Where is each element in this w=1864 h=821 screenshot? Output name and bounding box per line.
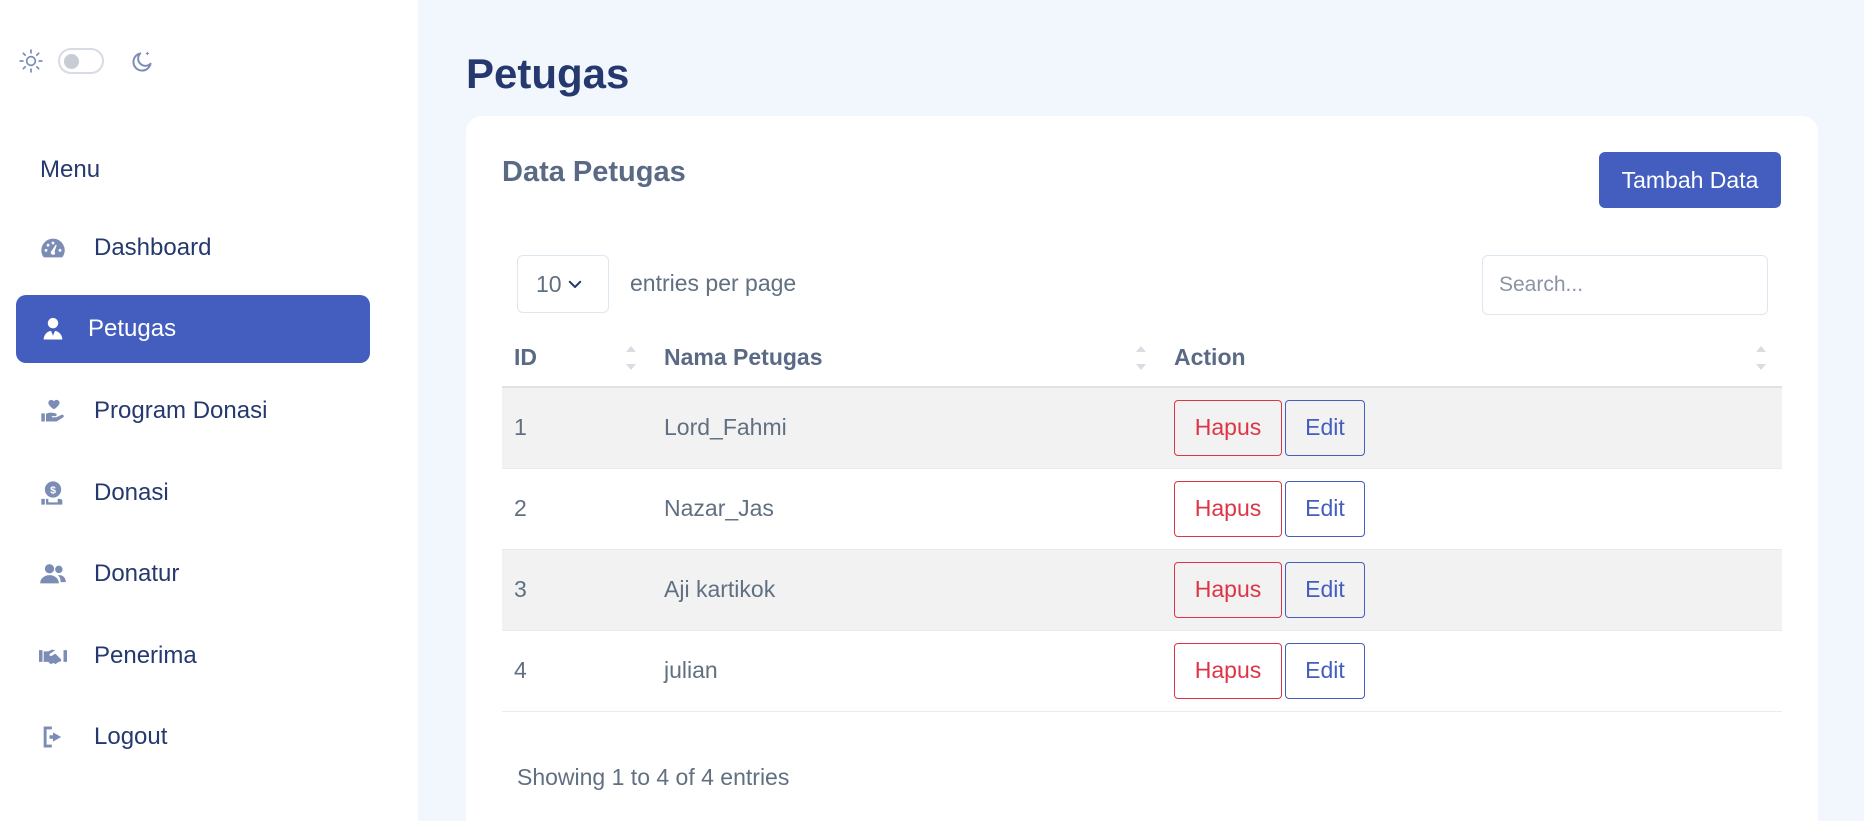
sidebar-item-label: Donatur xyxy=(94,560,180,587)
sidebar-item-dashboard[interactable]: Dashboard xyxy=(16,214,370,282)
chevron-down-icon xyxy=(568,280,581,288)
moon-icon xyxy=(132,51,152,72)
entries-per-page-label: entries per page xyxy=(630,270,797,296)
theme-toggle-group xyxy=(18,46,156,76)
edit-button[interactable]: Edit xyxy=(1285,399,1365,456)
sidebar-item-label: Dashboard xyxy=(94,234,212,261)
delete-button[interactable]: Hapus xyxy=(1174,561,1282,618)
card-title: Data Petugas xyxy=(502,156,686,188)
cell-name: julian xyxy=(652,630,1162,712)
column-header-action[interactable]: Action xyxy=(1162,328,1782,388)
logout-icon xyxy=(38,722,68,752)
search-input[interactable] xyxy=(1482,255,1768,315)
user-tie-icon xyxy=(38,314,68,344)
cell-id: 1 xyxy=(502,387,652,469)
delete-button[interactable]: Hapus xyxy=(1174,642,1282,699)
sort-icon xyxy=(1136,346,1146,370)
sidebar-item-label: Donasi xyxy=(94,479,169,506)
table-row: 1 Lord_Fahmi Hapus Edit xyxy=(502,387,1782,469)
cell-action: Hapus Edit xyxy=(1162,630,1782,712)
sidebar-item-donasi[interactable]: $ Donasi xyxy=(16,459,370,527)
hand-heart-icon xyxy=(38,396,68,426)
column-header-id[interactable]: ID xyxy=(502,328,652,388)
cell-action: Hapus Edit xyxy=(1162,387,1782,469)
sidebar-item-logout[interactable]: Logout xyxy=(16,703,370,771)
table-info: Showing 1 to 4 of 4 entries xyxy=(517,764,790,790)
sidebar-item-donatur[interactable]: Donatur xyxy=(16,540,370,608)
handshake-icon xyxy=(38,641,68,671)
sidebar: Menu Dashboard Petugas Program Donasi $ … xyxy=(0,0,418,821)
dark-mode-toggle[interactable] xyxy=(58,48,104,74)
cell-action: Hapus Edit xyxy=(1162,549,1782,631)
cell-action: Hapus Edit xyxy=(1162,468,1782,550)
add-data-button[interactable]: Tambah Data xyxy=(1599,152,1781,208)
sort-icon xyxy=(1756,346,1766,370)
table-row: 3 Aji kartikok Hapus Edit xyxy=(502,549,1782,631)
cell-name: Aji kartikok xyxy=(652,549,1162,631)
menu-title: Menu xyxy=(40,156,101,183)
delete-button[interactable]: Hapus xyxy=(1174,480,1282,537)
table-row: 2 Nazar_Jas Hapus Edit xyxy=(502,468,1782,550)
delete-button[interactable]: Hapus xyxy=(1174,399,1282,456)
sort-icon xyxy=(626,346,636,370)
per-page-value: 10 xyxy=(536,270,562,297)
sidebar-item-label: Logout xyxy=(94,723,168,750)
table-row: 4 julian Hapus Edit xyxy=(502,630,1782,712)
cell-name: Lord_Fahmi xyxy=(652,387,1162,469)
edit-button[interactable]: Edit xyxy=(1285,642,1365,699)
sidebar-item-penerima[interactable]: Penerima xyxy=(16,622,370,690)
cell-id: 4 xyxy=(502,630,652,712)
money-hand-icon: $ xyxy=(38,478,68,508)
edit-button[interactable]: Edit xyxy=(1285,561,1365,618)
users-icon xyxy=(38,559,68,589)
data-card: Data Petugas Tambah Data 10 entries per … xyxy=(466,116,1818,821)
sidebar-item-program-donasi[interactable]: Program Donasi xyxy=(16,377,370,445)
svg-text:$: $ xyxy=(50,485,56,497)
page-title: Petugas xyxy=(466,50,630,97)
sidebar-item-label: Program Donasi xyxy=(94,397,268,424)
table-header-row: ID Nama Petugas Action xyxy=(502,328,1782,388)
cell-id: 3 xyxy=(502,549,652,631)
data-table: ID Nama Petugas Action 1 Lord_Fahmi Hapu… xyxy=(502,328,1782,712)
dashboard-gauge-icon xyxy=(38,233,68,263)
cell-name: Nazar_Jas xyxy=(652,468,1162,550)
sun-icon xyxy=(19,49,43,73)
sidebar-item-label: Penerima xyxy=(94,642,197,669)
cell-id: 2 xyxy=(502,468,652,550)
sidebar-item-petugas[interactable]: Petugas xyxy=(16,295,370,363)
entries-per-page-select[interactable]: 10 xyxy=(517,255,609,313)
edit-button[interactable]: Edit xyxy=(1285,480,1365,537)
sidebar-item-label: Petugas xyxy=(88,315,177,342)
column-header-nama-petugas[interactable]: Nama Petugas xyxy=(652,328,1162,388)
